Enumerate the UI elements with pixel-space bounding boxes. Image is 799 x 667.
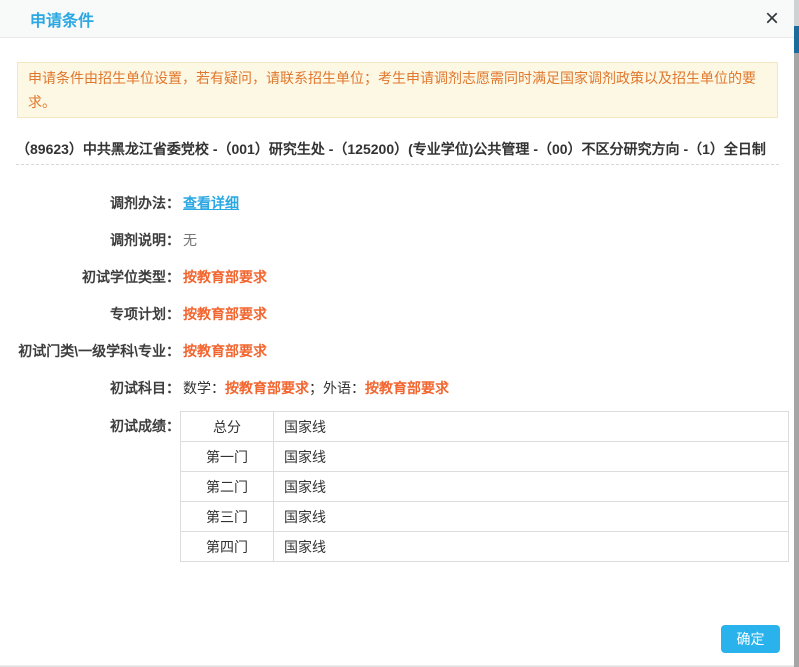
row-exam-subjects: 初试科目： 数学：按教育部要求；外语：按教育部要求 <box>16 380 789 396</box>
view-details-link[interactable]: 查看详细 <box>183 195 239 211</box>
scrollbar-track[interactable] <box>794 53 799 667</box>
score-requirement-cell: 国家线 <box>274 502 789 532</box>
discipline-value: 按教育部要求 <box>183 343 267 359</box>
conditions-form: 调剂办法： 查看详细 调剂说明： 无 初试学位类型： 按教育部要求 专项计划： … <box>16 195 789 562</box>
scrollbar-track-top[interactable] <box>794 0 799 26</box>
row-discipline: 初试门类\一级学科\专业： 按教育部要求 <box>16 343 789 359</box>
score-subject-cell: 总分 <box>181 412 274 442</box>
scrollbar-thumb[interactable] <box>794 26 799 53</box>
row-degree-type: 初试学位类型： 按教育部要求 <box>16 269 789 285</box>
score-table: 总分 国家线 第一门 国家线 第二门 国家线 <box>180 411 789 562</box>
modal-title: 申请条件 <box>30 7 94 31</box>
score-requirement-cell: 国家线 <box>274 532 789 562</box>
discipline-label: 初试门类\一级学科\专业： <box>16 343 180 359</box>
table-row: 第二门 国家线 <box>181 472 789 502</box>
program-info: （89623）中共黑龙江省委党校 -（001）研究生处 -（125200）(专业… <box>16 136 775 162</box>
score-table-wrap: 总分 国家线 第一门 国家线 第二门 国家线 <box>180 411 789 562</box>
score-subject-cell: 第一门 <box>181 442 274 472</box>
notice-banner: 申请条件由招生单位设置，若有疑问，请联系招生单位；考生申请调剂志愿需同时满足国家… <box>17 62 778 118</box>
special-plan-value: 按教育部要求 <box>183 306 267 322</box>
language-subject-label: 外语： <box>323 380 365 396</box>
degree-type-value: 按教育部要求 <box>183 269 267 285</box>
exam-scores-label: 初试成绩： <box>16 411 180 562</box>
table-row: 第四门 国家线 <box>181 532 789 562</box>
language-subject-value: 按教育部要求 <box>365 380 449 396</box>
page-scrollbar <box>794 0 799 667</box>
row-special-plan: 专项计划： 按教育部要求 <box>16 306 789 322</box>
math-subject-label: 数学： <box>183 380 225 396</box>
dotted-divider <box>16 164 779 165</box>
score-requirement-cell: 国家线 <box>274 412 789 442</box>
row-adjustment-method: 调剂办法： 查看详细 <box>16 195 789 211</box>
row-exam-scores: 初试成绩： 总分 国家线 第一门 国家线 <box>16 411 789 562</box>
exam-subjects-value: 数学：按教育部要求；外语：按教育部要求 <box>183 380 449 396</box>
table-row: 第三门 国家线 <box>181 502 789 532</box>
score-requirement-cell: 国家线 <box>274 442 789 472</box>
degree-type-label: 初试学位类型： <box>16 269 180 285</box>
application-conditions-modal: 申请条件 × 申请条件由招生单位设置，若有疑问，请联系招生单位；考生申请调剂志愿… <box>0 0 799 667</box>
modal-body: 申请条件由招生单位设置，若有疑问，请联系招生单位；考生申请调剂志愿需同时满足国家… <box>0 62 799 562</box>
table-row: 第一门 国家线 <box>181 442 789 472</box>
score-subject-cell: 第三门 <box>181 502 274 532</box>
row-adjustment-note: 调剂说明： 无 <box>16 232 789 248</box>
adjustment-note-label: 调剂说明： <box>16 232 180 248</box>
special-plan-label: 专项计划： <box>16 306 180 322</box>
adjustment-note-value: 无 <box>183 232 197 248</box>
score-subject-cell: 第二门 <box>181 472 274 502</box>
math-subject-value: 按教育部要求 <box>225 380 309 396</box>
modal-header: 申请条件 × <box>0 0 799 38</box>
close-icon[interactable]: × <box>765 9 779 29</box>
confirm-button[interactable]: 确定 <box>721 625 780 653</box>
score-subject-cell: 第四门 <box>181 532 274 562</box>
exam-subjects-label: 初试科目： <box>16 380 180 396</box>
adjustment-method-label: 调剂办法： <box>16 195 180 211</box>
subject-separator: ； <box>309 380 323 396</box>
score-requirement-cell: 国家线 <box>274 472 789 502</box>
table-row: 总分 国家线 <box>181 412 789 442</box>
